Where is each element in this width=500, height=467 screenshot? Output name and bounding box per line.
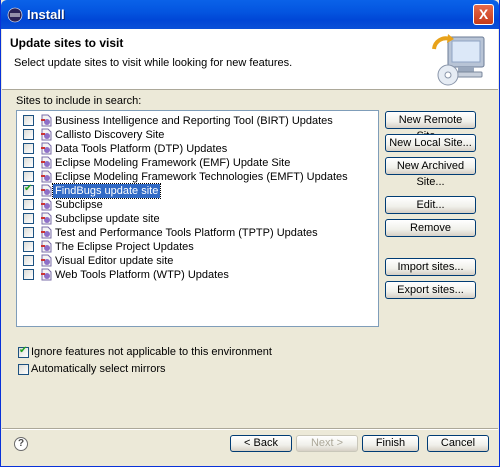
update-site-icon [41,268,52,281]
site-checkbox[interactable] [23,143,34,154]
update-site-icon [41,212,52,225]
ignore-features-label: Ignore features not applicable to this e… [31,346,272,358]
update-site-icon [41,114,52,127]
update-site-icon [41,170,52,183]
update-site-icon [41,156,52,169]
eclipse-icon [7,7,23,23]
help-icon[interactable]: ? [14,437,28,451]
site-label: Eclipse Modeling Framework (EMF) Update … [55,157,291,169]
site-checkbox[interactable] [23,227,34,238]
cancel-button[interactable]: Cancel [427,435,489,452]
update-sites-list[interactable]: Business Intelligence and Reporting Tool… [16,110,379,327]
site-checkbox[interactable] [23,157,34,168]
page-title: Update sites to visit [10,36,124,50]
site-checkbox[interactable] [23,199,34,210]
auto-mirrors-checkbox[interactable] [18,364,29,375]
sites-label: Sites to include in search: [16,95,142,107]
update-site-icon [41,198,52,211]
remove-button[interactable]: Remove [385,219,476,237]
back-button[interactable]: < Back [230,435,292,452]
close-button[interactable]: X [473,4,494,25]
export-sites-button[interactable]: Export sites... [385,281,476,299]
new-archived-site-button[interactable]: New Archived Site... [385,157,476,188]
site-checkbox[interactable] [23,269,34,280]
update-site-icon [41,128,52,141]
finish-button[interactable]: Finish [362,435,419,452]
computer-update-icon [432,34,485,86]
site-checkbox-checked[interactable] [23,183,34,196]
wizard-banner: Update sites to visit Select update site… [2,29,498,90]
site-checkbox[interactable] [23,213,34,224]
window-title: Install [27,7,65,22]
site-checkbox[interactable] [23,255,34,266]
site-checkbox[interactable] [23,129,34,140]
site-label: Web Tools Platform (WTP) Updates [55,269,229,281]
install-dialog: Install X Update sites to visit Select u… [0,0,500,467]
import-sites-button[interactable]: Import sites... [385,258,476,276]
page-description: Select update sites to visit while looki… [14,57,293,69]
update-site-icon [41,142,52,155]
site-label: The Eclipse Project Updates [55,241,194,253]
site-label: Subclipse [55,199,103,211]
update-site-icon [41,254,52,267]
site-label: Subclipse update site [55,213,160,225]
title-bar[interactable]: Install X [1,0,499,29]
site-checkbox[interactable] [23,171,34,182]
site-label: Test and Performance Tools Platform (TPT… [55,227,318,239]
update-site-icon [41,184,52,197]
footer-separator [2,428,498,430]
update-site-icon [41,240,52,253]
site-checkbox[interactable] [23,241,34,252]
edit-button[interactable]: Edit... [385,196,476,214]
new-local-site-button[interactable]: New Local Site... [385,134,476,152]
site-label: Visual Editor update site [55,255,174,267]
auto-mirrors-label: Automatically select mirrors [31,363,166,375]
ignore-features-checkbox[interactable] [18,345,29,358]
next-button[interactable]: Next > [296,435,358,452]
site-label: Data Tools Platform (DTP) Updates [55,143,228,155]
site-label: FindBugs update site [51,183,162,199]
site-checkbox[interactable] [23,115,34,126]
site-label: Eclipse Modeling Framework Technologies … [55,171,348,183]
update-site-icon [41,226,52,239]
new-remote-site-button[interactable]: New Remote Site... [385,111,476,142]
site-label: Business Intelligence and Reporting Tool… [55,115,333,127]
site-label: Callisto Discovery Site [55,129,165,141]
